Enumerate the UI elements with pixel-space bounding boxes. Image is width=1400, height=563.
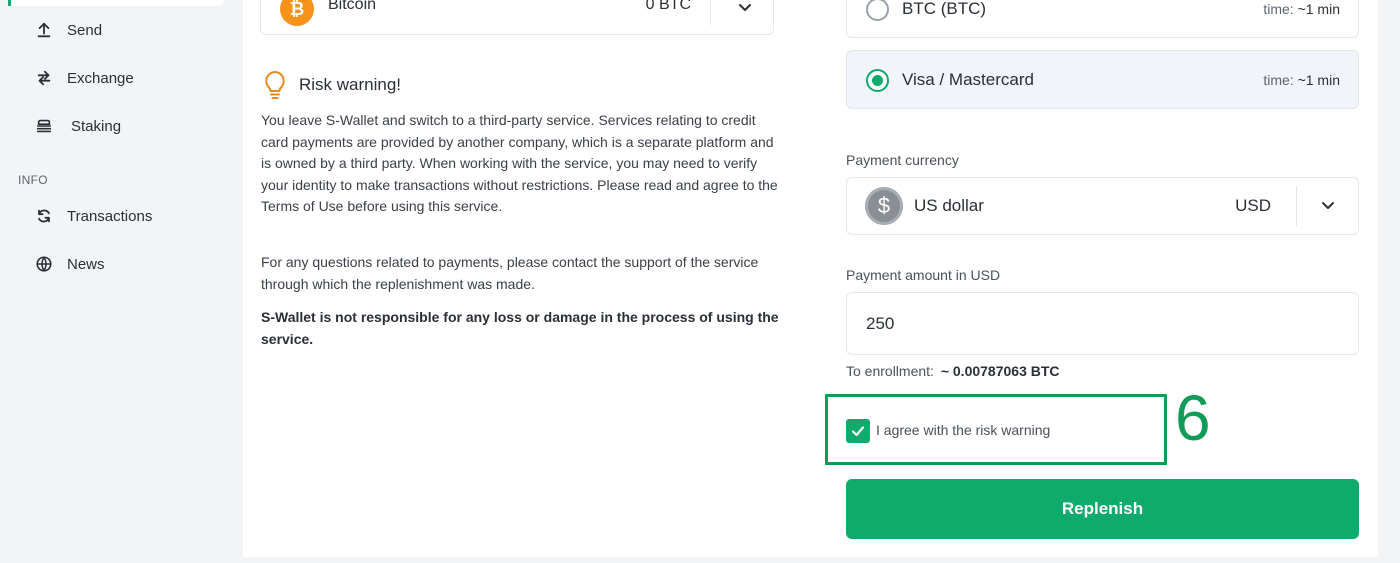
sidebar: Send Exchange Staking INFO Transactions … bbox=[0, 0, 235, 563]
agree-checkbox[interactable] bbox=[846, 419, 870, 443]
payment-currency-select[interactable]: $ US dollar USD bbox=[846, 177, 1359, 235]
sidebar-item-label: Exchange bbox=[67, 69, 134, 87]
bitcoin-icon: ₿ bbox=[280, 0, 314, 26]
enrollment-value: ~ 0.00787063 BTC bbox=[940, 363, 1060, 379]
payment-method-name: BTC (BTC) bbox=[902, 0, 987, 18]
risk-warning-title: Risk warning! bbox=[299, 75, 402, 94]
risk-warning-text: You leave S-Wallet and switch to a third… bbox=[261, 112, 778, 215]
enrollment-label: To enrollment: bbox=[846, 363, 934, 379]
staking-stack-icon bbox=[34, 116, 54, 136]
asset-select[interactable]: ₿ Bitcoin 0 BTC bbox=[260, 0, 774, 35]
checkmark-icon bbox=[851, 426, 865, 437]
payment-method-visa-mastercard[interactable]: Visa / Mastercard time: ~1 min bbox=[846, 50, 1359, 109]
replenish-button[interactable]: Replenish bbox=[846, 479, 1359, 539]
enrollment-estimate: To enrollment: ~ 0.00787063 BTC bbox=[846, 363, 1060, 379]
chevron-down-icon[interactable] bbox=[735, 0, 755, 18]
sidebar-item-label: Transactions bbox=[67, 207, 153, 225]
radio-button-selected[interactable] bbox=[866, 69, 889, 92]
refresh-icon bbox=[34, 206, 54, 226]
sidebar-item-label: Staking bbox=[71, 117, 122, 135]
active-indicator bbox=[8, 0, 11, 6]
chevron-down-icon[interactable] bbox=[1318, 196, 1338, 216]
sidebar-item-label: Send bbox=[67, 21, 103, 39]
payment-method-name: Visa / Mastercard bbox=[902, 70, 1034, 89]
risk-warning-header: Risk warning! bbox=[262, 70, 401, 100]
payment-method-time: time: ~1 min bbox=[1263, 72, 1340, 88]
asset-name: Bitcoin bbox=[328, 0, 377, 13]
sidebar-item-label: News bbox=[67, 255, 105, 273]
sidebar-item-send[interactable]: Send bbox=[34, 17, 102, 43]
divider bbox=[1296, 186, 1297, 226]
payment-method-btc[interactable]: BTC (BTC) time: ~1 min bbox=[846, 0, 1359, 38]
payment-method-time: time: ~1 min bbox=[1263, 1, 1340, 17]
payment-currency-label: Payment currency bbox=[846, 152, 959, 168]
sidebar-item-staking[interactable]: Staking bbox=[34, 113, 121, 139]
lightbulb-icon bbox=[265, 71, 285, 99]
divider bbox=[710, 0, 711, 25]
exchange-arrows-icon bbox=[34, 68, 54, 88]
globe-icon bbox=[34, 254, 54, 274]
asset-balance: 0 BTC bbox=[645, 0, 691, 13]
sidebar-item-transactions[interactable]: Transactions bbox=[34, 203, 152, 229]
sidebar-item-exchange[interactable]: Exchange bbox=[34, 65, 134, 91]
annotation-step-number: 6 bbox=[1175, 382, 1211, 454]
payment-amount-input[interactable] bbox=[846, 292, 1359, 355]
currency-code: USD bbox=[1235, 196, 1271, 215]
sidebar-item-news[interactable]: News bbox=[34, 251, 105, 277]
currency-name: US dollar bbox=[914, 196, 984, 215]
risk-warning-disclaimer: S-Wallet is not responsible for any loss… bbox=[261, 309, 779, 347]
agree-checkbox-label[interactable]: I agree with the risk warning bbox=[876, 422, 1050, 438]
section-label-info: INFO bbox=[18, 173, 48, 187]
radio-button[interactable] bbox=[866, 0, 889, 21]
upload-arrow-icon bbox=[34, 20, 54, 40]
active-nav-item[interactable] bbox=[8, 0, 224, 6]
payment-amount-label: Payment amount in USD bbox=[846, 267, 1001, 283]
dollar-coin-icon: $ bbox=[865, 187, 903, 225]
risk-warning-support-text: For any questions related to payments, p… bbox=[261, 254, 759, 292]
